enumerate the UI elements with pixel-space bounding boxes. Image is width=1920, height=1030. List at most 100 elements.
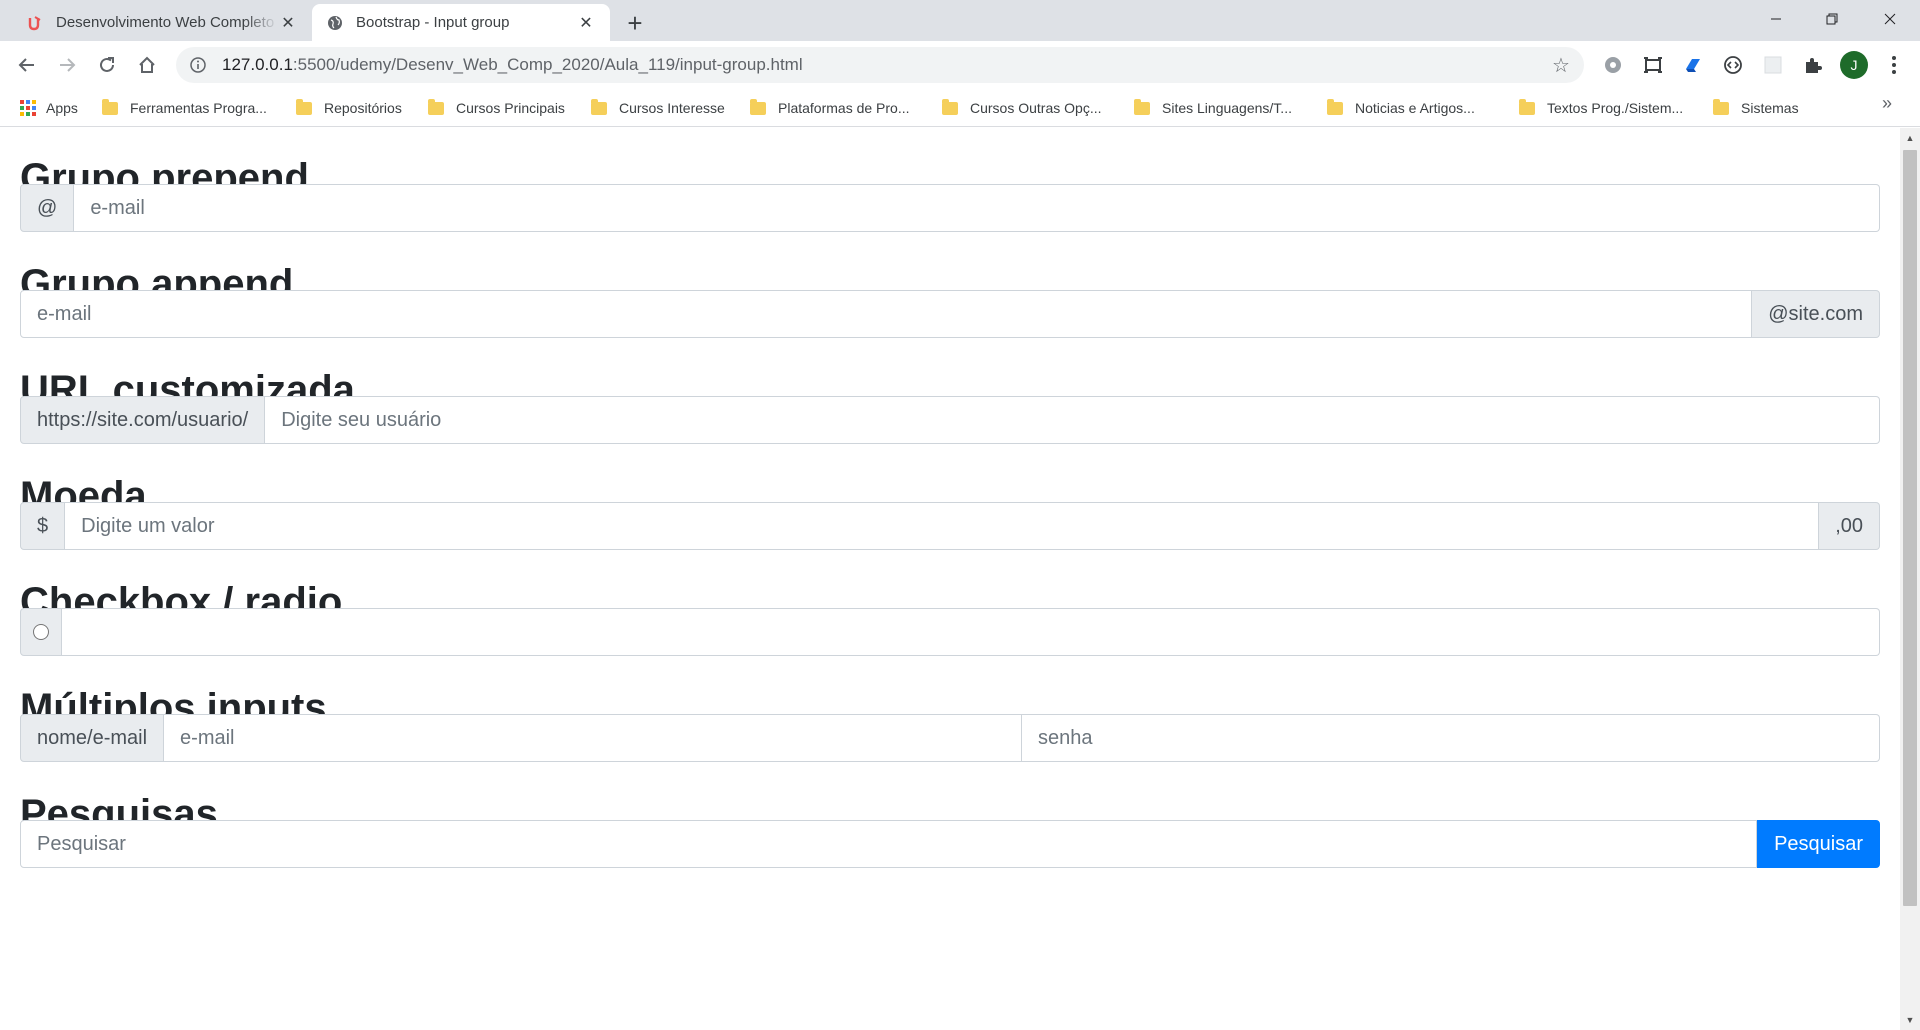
udemy-icon	[26, 14, 44, 32]
bookmark-folder[interactable]: Noticias e Artigos...	[1327, 96, 1475, 120]
site-info-icon[interactable]	[188, 55, 208, 75]
close-tab-icon[interactable]: ✕	[576, 13, 596, 33]
input-group-currency: $ Digite um valor ,00	[20, 502, 1880, 550]
folder-icon	[296, 98, 312, 115]
url-path: :5500/udemy/Desenv_Web_Comp_2020/Aula_11…	[292, 55, 803, 74]
section-multiplos-inputs: Múltiplos inputs nome/e-mail e-mail senh…	[20, 658, 1881, 764]
folder-icon	[1713, 98, 1729, 115]
extension-settings-icon[interactable]	[1600, 52, 1626, 78]
section-url-customizada: URL customizada https://site.com/usuario…	[20, 340, 1880, 446]
scroll-thumb[interactable]	[1903, 150, 1917, 906]
section-title: Múltiplos inputs	[20, 686, 327, 730]
page-scrollbar[interactable]: ▲ ▼	[1900, 128, 1920, 1030]
section-grupo-append: Grupo append e-mail @site.com	[20, 234, 1880, 340]
section-title: URL customizada	[20, 368, 355, 412]
profile-avatar[interactable]: J	[1840, 51, 1868, 79]
screenshot-extension-icon[interactable]	[1640, 52, 1666, 78]
reload-button[interactable]	[92, 50, 122, 80]
home-button[interactable]	[132, 50, 162, 80]
page-viewport: Grupo prepend @ e-mail Grupo append e-ma…	[0, 128, 1900, 1030]
tab-bootstrap-input-group[interactable]: Bootstrap - Input group ✕	[312, 4, 610, 41]
input-group-url: https://site.com/usuario/ Digite seu usu…	[20, 396, 1880, 444]
section-grupo-prepend: Grupo prepend @ e-mail	[20, 128, 1880, 234]
url-prefix-addon: https://site.com/usuario/	[20, 396, 266, 444]
search-input[interactable]: Pesquisar	[20, 820, 1758, 868]
section-title: Grupo append	[20, 262, 294, 306]
tab-title: Bootstrap - Input group	[356, 14, 510, 31]
back-button[interactable]	[12, 50, 42, 80]
input-group-search: Pesquisar Pesquisar	[20, 820, 1880, 868]
search-button[interactable]: Pesquisar	[1757, 820, 1880, 868]
section-moeda: Moeda $ Digite um valor ,00	[20, 446, 1880, 552]
close-tab-icon[interactable]: ✕	[278, 13, 298, 33]
minimize-button[interactable]	[1748, 0, 1804, 38]
forward-button[interactable]	[52, 50, 82, 80]
bookmark-folder[interactable]: Repositórios	[296, 96, 402, 120]
more-bookmarks-icon[interactable]: »	[1882, 93, 1892, 114]
bookmark-label: Cursos Outras Opç...	[970, 100, 1102, 116]
new-tab-button[interactable]: +	[620, 8, 650, 38]
folder-icon	[1134, 98, 1150, 115]
tab-strip: Desenvolvimento Web Completo ✕ Bootstrap…	[0, 0, 1920, 41]
section-pesquisas: Pesquisas Pesquisar Pesquisar	[20, 764, 1880, 870]
section-title: Moeda	[20, 474, 147, 518]
section-title: Pesquisas	[20, 792, 218, 836]
extensions-puzzle-icon[interactable]	[1800, 52, 1826, 78]
name-email-addon: nome/e-mail	[20, 714, 165, 762]
section-checkbox-radio: Checkbox / radio	[20, 552, 1880, 658]
cents-addon: ,00	[1819, 502, 1880, 550]
close-window-button[interactable]	[1862, 0, 1918, 38]
browser-menu-icon[interactable]	[1880, 51, 1908, 79]
append-addon: @site.com	[1752, 290, 1880, 338]
radio-addon	[20, 608, 62, 656]
restore-button[interactable]	[1804, 0, 1860, 38]
bookmarks-bar: Apps Ferramentas Progra... Repositórios …	[0, 89, 1920, 127]
drive-extension-icon[interactable]	[1680, 52, 1706, 78]
bookmark-label: Apps	[46, 100, 78, 116]
text-input[interactable]	[62, 608, 1880, 656]
folder-icon	[591, 98, 607, 115]
folder-icon	[102, 98, 118, 115]
radio-button[interactable]	[33, 624, 49, 640]
username-input[interactable]: Digite seu usuário	[265, 396, 1880, 444]
scroll-up-arrow-icon[interactable]: ▲	[1900, 130, 1920, 146]
bookmark-folder[interactable]: Cursos Outras Opç...	[942, 96, 1101, 120]
bookmark-label: Cursos Principais	[456, 100, 565, 116]
tab-udemy[interactable]: Desenvolvimento Web Completo ✕	[12, 4, 312, 41]
password-input[interactable]: senha	[1022, 714, 1881, 762]
email-input[interactable]: e-mail	[164, 714, 1023, 762]
bookmark-folder[interactable]: Cursos Interesse	[591, 96, 725, 120]
folder-icon	[942, 98, 958, 115]
input-group-multiple: nome/e-mail e-mail senha	[20, 714, 1881, 762]
input-group-radio	[20, 608, 1880, 656]
folder-icon	[428, 98, 444, 115]
value-input[interactable]: Digite um valor	[65, 502, 1820, 550]
folder-icon	[1327, 98, 1343, 115]
email-input[interactable]: e-mail	[74, 184, 1880, 232]
bookmark-label: Sites Linguagens/T...	[1162, 100, 1292, 116]
section-title: Checkbox / radio	[20, 580, 343, 624]
bookmark-folder[interactable]: Cursos Principais	[428, 96, 565, 120]
bookmark-folder[interactable]: Plataformas de Pro...	[750, 96, 910, 120]
input-group-append: e-mail @site.com	[20, 290, 1880, 338]
currency-symbol-addon: $	[20, 502, 66, 550]
bookmark-folder[interactable]: Textos Prog./Sistem...	[1519, 96, 1683, 120]
folder-icon	[750, 98, 766, 115]
bookmark-star-icon[interactable]: ☆	[1546, 50, 1576, 80]
address-bar[interactable]: 127.0.0.1:5500/udemy/Desenv_Web_Comp_202…	[176, 47, 1584, 83]
email-input[interactable]: e-mail	[20, 290, 1753, 338]
code-extension-icon[interactable]	[1720, 52, 1746, 78]
bookmark-label: Ferramentas Progra...	[130, 100, 267, 116]
bookmark-folder[interactable]: Sites Linguagens/T...	[1134, 96, 1292, 120]
bookmark-label: Sistemas	[1741, 100, 1799, 116]
blank-extension-icon[interactable]	[1760, 52, 1786, 78]
scroll-down-arrow-icon[interactable]: ▼	[1900, 1012, 1920, 1028]
bookmark-folder[interactable]: Sistemas	[1713, 96, 1799, 120]
bookmark-apps[interactable]: Apps	[20, 96, 78, 120]
bookmark-folder[interactable]: Ferramentas Progra...	[102, 96, 267, 120]
content-container: Grupo prepend @ e-mail Grupo append e-ma…	[20, 128, 1881, 870]
bookmark-label: Cursos Interesse	[619, 100, 725, 116]
bookmark-label: Repositórios	[324, 100, 402, 116]
folder-icon	[1519, 98, 1535, 115]
browser-toolbar: 127.0.0.1:5500/udemy/Desenv_Web_Comp_202…	[0, 41, 1920, 89]
